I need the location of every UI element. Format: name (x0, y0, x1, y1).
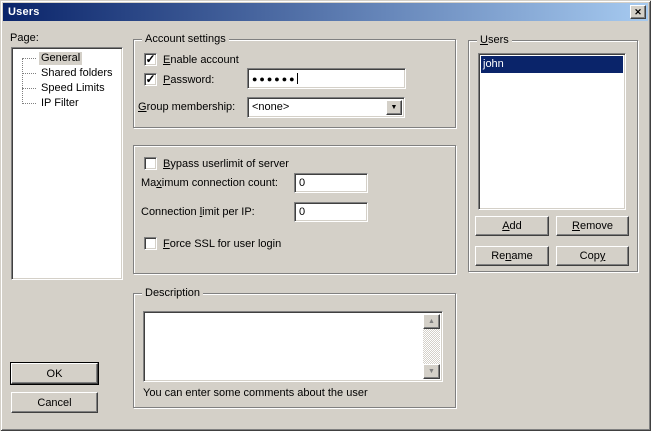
checkmark-icon: ✓ (145, 73, 155, 85)
add-user-button[interactable]: Add (475, 216, 549, 236)
remove-user-button[interactable]: Remove (556, 216, 629, 236)
tree-branch-icon (22, 103, 36, 104)
tree-branch-icon (22, 88, 36, 89)
connection-limits-group: Bypass userlimit of server Maximum conne… (133, 145, 456, 274)
group-membership-value: <none> (252, 100, 289, 115)
checkmark-icon: ✓ (145, 53, 155, 65)
chevron-down-icon: ▼ (391, 104, 398, 111)
users-group-label: Users (477, 34, 512, 47)
bypass-userlimit-label[interactable]: Bypass userlimit of server (163, 157, 289, 171)
tree-item-ip-filter[interactable]: IP Filter (12, 96, 122, 111)
enable-account-checkbox[interactable]: ✓ (144, 53, 157, 66)
scrollbar-track[interactable] (423, 329, 440, 364)
password-checkbox[interactable]: ✓ (144, 73, 157, 86)
user-list-item[interactable]: john (481, 56, 623, 73)
page-label: Page: (10, 32, 39, 45)
tree-item-general[interactable]: General (12, 51, 122, 66)
max-connection-count-input[interactable]: 0 (294, 173, 368, 193)
scroll-up-button[interactable]: ▲ (423, 314, 440, 329)
ok-button[interactable]: OK (11, 363, 98, 384)
dropdown-button[interactable]: ▼ (386, 100, 402, 115)
enable-account-label[interactable]: Enable account (163, 53, 239, 67)
users-dialog: Users ✕ Page: General Shared folders Spe… (0, 0, 651, 431)
description-group: Description ▲ ▼ You can enter some comme… (133, 293, 456, 408)
account-settings-group: Account settings ✓ Enable account ✓ Pass… (133, 39, 456, 128)
tree-item-shared-folders[interactable]: Shared folders (12, 66, 122, 81)
description-group-label: Description (142, 287, 203, 300)
cancel-button[interactable]: Cancel (11, 392, 98, 413)
group-membership-label: Group membership: (138, 101, 235, 114)
description-textarea[interactable]: ▲ ▼ (143, 311, 443, 382)
group-membership-select[interactable]: <none> ▼ (247, 97, 405, 118)
copy-user-button[interactable]: Copy (556, 246, 629, 266)
password-input[interactable]: ●●●●●● (247, 68, 406, 89)
tree-branch-icon (22, 58, 36, 59)
titlebar[interactable]: Users ✕ (3, 3, 648, 21)
close-icon: ✕ (634, 8, 642, 17)
tree-item-speed-limits[interactable]: Speed Limits (12, 81, 122, 96)
scroll-down-button[interactable]: ▼ (423, 364, 440, 379)
connection-limit-per-ip-input[interactable]: 0 (294, 202, 368, 222)
password-label[interactable]: Password: (163, 73, 214, 87)
close-button[interactable]: ✕ (630, 5, 646, 19)
bypass-userlimit-checkbox[interactable] (144, 157, 157, 170)
scroll-down-icon: ▼ (428, 368, 435, 375)
force-ssl-checkbox[interactable] (144, 237, 157, 250)
scroll-up-icon: ▲ (428, 318, 435, 325)
max-connection-count-label: Maximum connection count: (141, 177, 278, 190)
rename-user-button[interactable]: Rename (475, 246, 549, 266)
description-hint: You can enter some comments about the us… (143, 387, 368, 400)
window-title: Users (3, 6, 40, 18)
users-listbox[interactable]: john (478, 53, 626, 210)
tree-branch-icon (22, 73, 36, 74)
password-masked-value: ●●●●●● (252, 72, 297, 86)
force-ssl-label[interactable]: Force SSL for user login (163, 237, 281, 251)
account-settings-group-label: Account settings (142, 33, 229, 46)
page-tree[interactable]: General Shared folders Speed Limits IP F… (11, 47, 123, 280)
description-text[interactable] (146, 314, 423, 379)
description-scrollbar[interactable]: ▲ ▼ (423, 314, 440, 379)
connection-limit-per-ip-label: Connection limit per IP: (141, 206, 255, 219)
text-caret (297, 73, 298, 84)
users-group: Users john Add Remove Rename Copy (468, 40, 638, 272)
